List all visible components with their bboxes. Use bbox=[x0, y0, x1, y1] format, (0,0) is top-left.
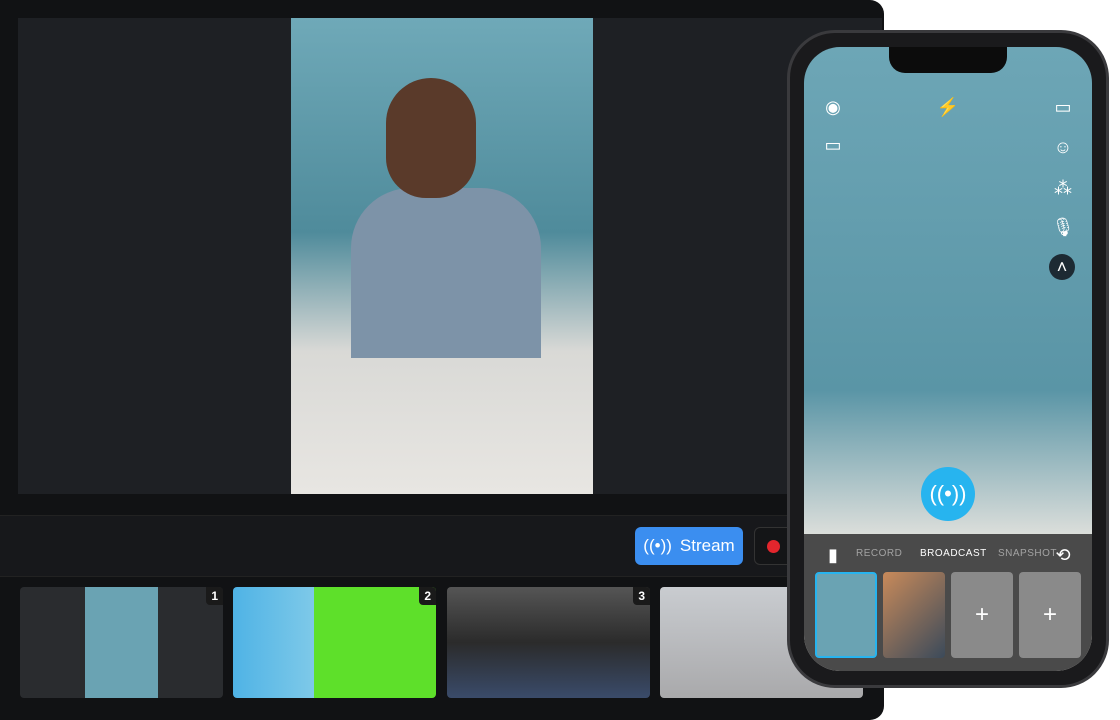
add-scene-button[interactable]: + bbox=[951, 572, 1013, 658]
phone-scene-thumbnail[interactable] bbox=[883, 572, 945, 658]
mode-record[interactable]: RECORD bbox=[856, 548, 902, 559]
desktop-app: ((•)) Stream 1 2 3 4 bbox=[0, 0, 884, 720]
scene-number: 3 bbox=[633, 587, 650, 605]
go-live-button[interactable]: ((•)) bbox=[921, 467, 975, 521]
scene-number: 1 bbox=[206, 587, 223, 605]
scene-thumbnail[interactable]: 3 bbox=[447, 587, 650, 698]
filters-icon[interactable]: ⁂ bbox=[1050, 175, 1076, 201]
chevron-up-icon[interactable]: ˄ bbox=[1049, 254, 1075, 280]
scene-number: 2 bbox=[419, 587, 436, 605]
stream-button[interactable]: ((•)) Stream bbox=[635, 527, 743, 565]
notch bbox=[889, 47, 1007, 73]
scene-thumbnail[interactable]: 1 bbox=[20, 587, 223, 698]
mode-panel: ▮ RECORD BROADCAST SNAPSHOT ⟲ + + bbox=[804, 534, 1092, 671]
live-video bbox=[291, 18, 593, 494]
presenter-head bbox=[386, 78, 476, 198]
add-scene-button[interactable]: + bbox=[1019, 572, 1081, 658]
mode-snapshot[interactable]: SNAPSHOT bbox=[998, 548, 1057, 559]
scene-thumbnail[interactable]: 2 bbox=[233, 587, 436, 698]
record-icon bbox=[767, 540, 780, 553]
flip-icon[interactable]: ⟲ bbox=[1050, 542, 1076, 568]
go-live-icon: ((•)) bbox=[929, 481, 967, 506]
chat-camera-icon[interactable]: ▭ bbox=[820, 132, 846, 158]
mode-broadcast[interactable]: BROADCAST bbox=[920, 548, 987, 559]
stream-label: Stream bbox=[679, 536, 735, 555]
sticker-icon[interactable]: ☺ bbox=[1050, 134, 1076, 160]
phone-scene-thumbnail[interactable] bbox=[815, 572, 877, 658]
phone-device: ◉ ▭ ⚡ ▭ ☺ ⁂ 🎙 ˄ ((•)) ▮ RECORD BROADCAST… bbox=[787, 30, 1109, 688]
broadcast-icon: ((•)) bbox=[643, 536, 672, 555]
stage-preview bbox=[18, 18, 882, 494]
camera-switch-icon[interactable]: ▮ bbox=[820, 542, 846, 568]
control-bar: ((•)) Stream bbox=[0, 515, 884, 577]
layout-icon[interactable]: ▭ bbox=[1050, 94, 1076, 120]
phone-screen: ◉ ▭ ⚡ ▭ ☺ ⁂ 🎙 ˄ ((•)) ▮ RECORD BROADCAST… bbox=[804, 47, 1092, 671]
flash-off-icon[interactable]: ⚡ bbox=[935, 94, 961, 120]
profile-icon[interactable]: ◉ bbox=[820, 94, 846, 120]
microphone-icon[interactable]: 🎙 bbox=[1050, 214, 1076, 240]
presenter-body bbox=[351, 188, 541, 358]
